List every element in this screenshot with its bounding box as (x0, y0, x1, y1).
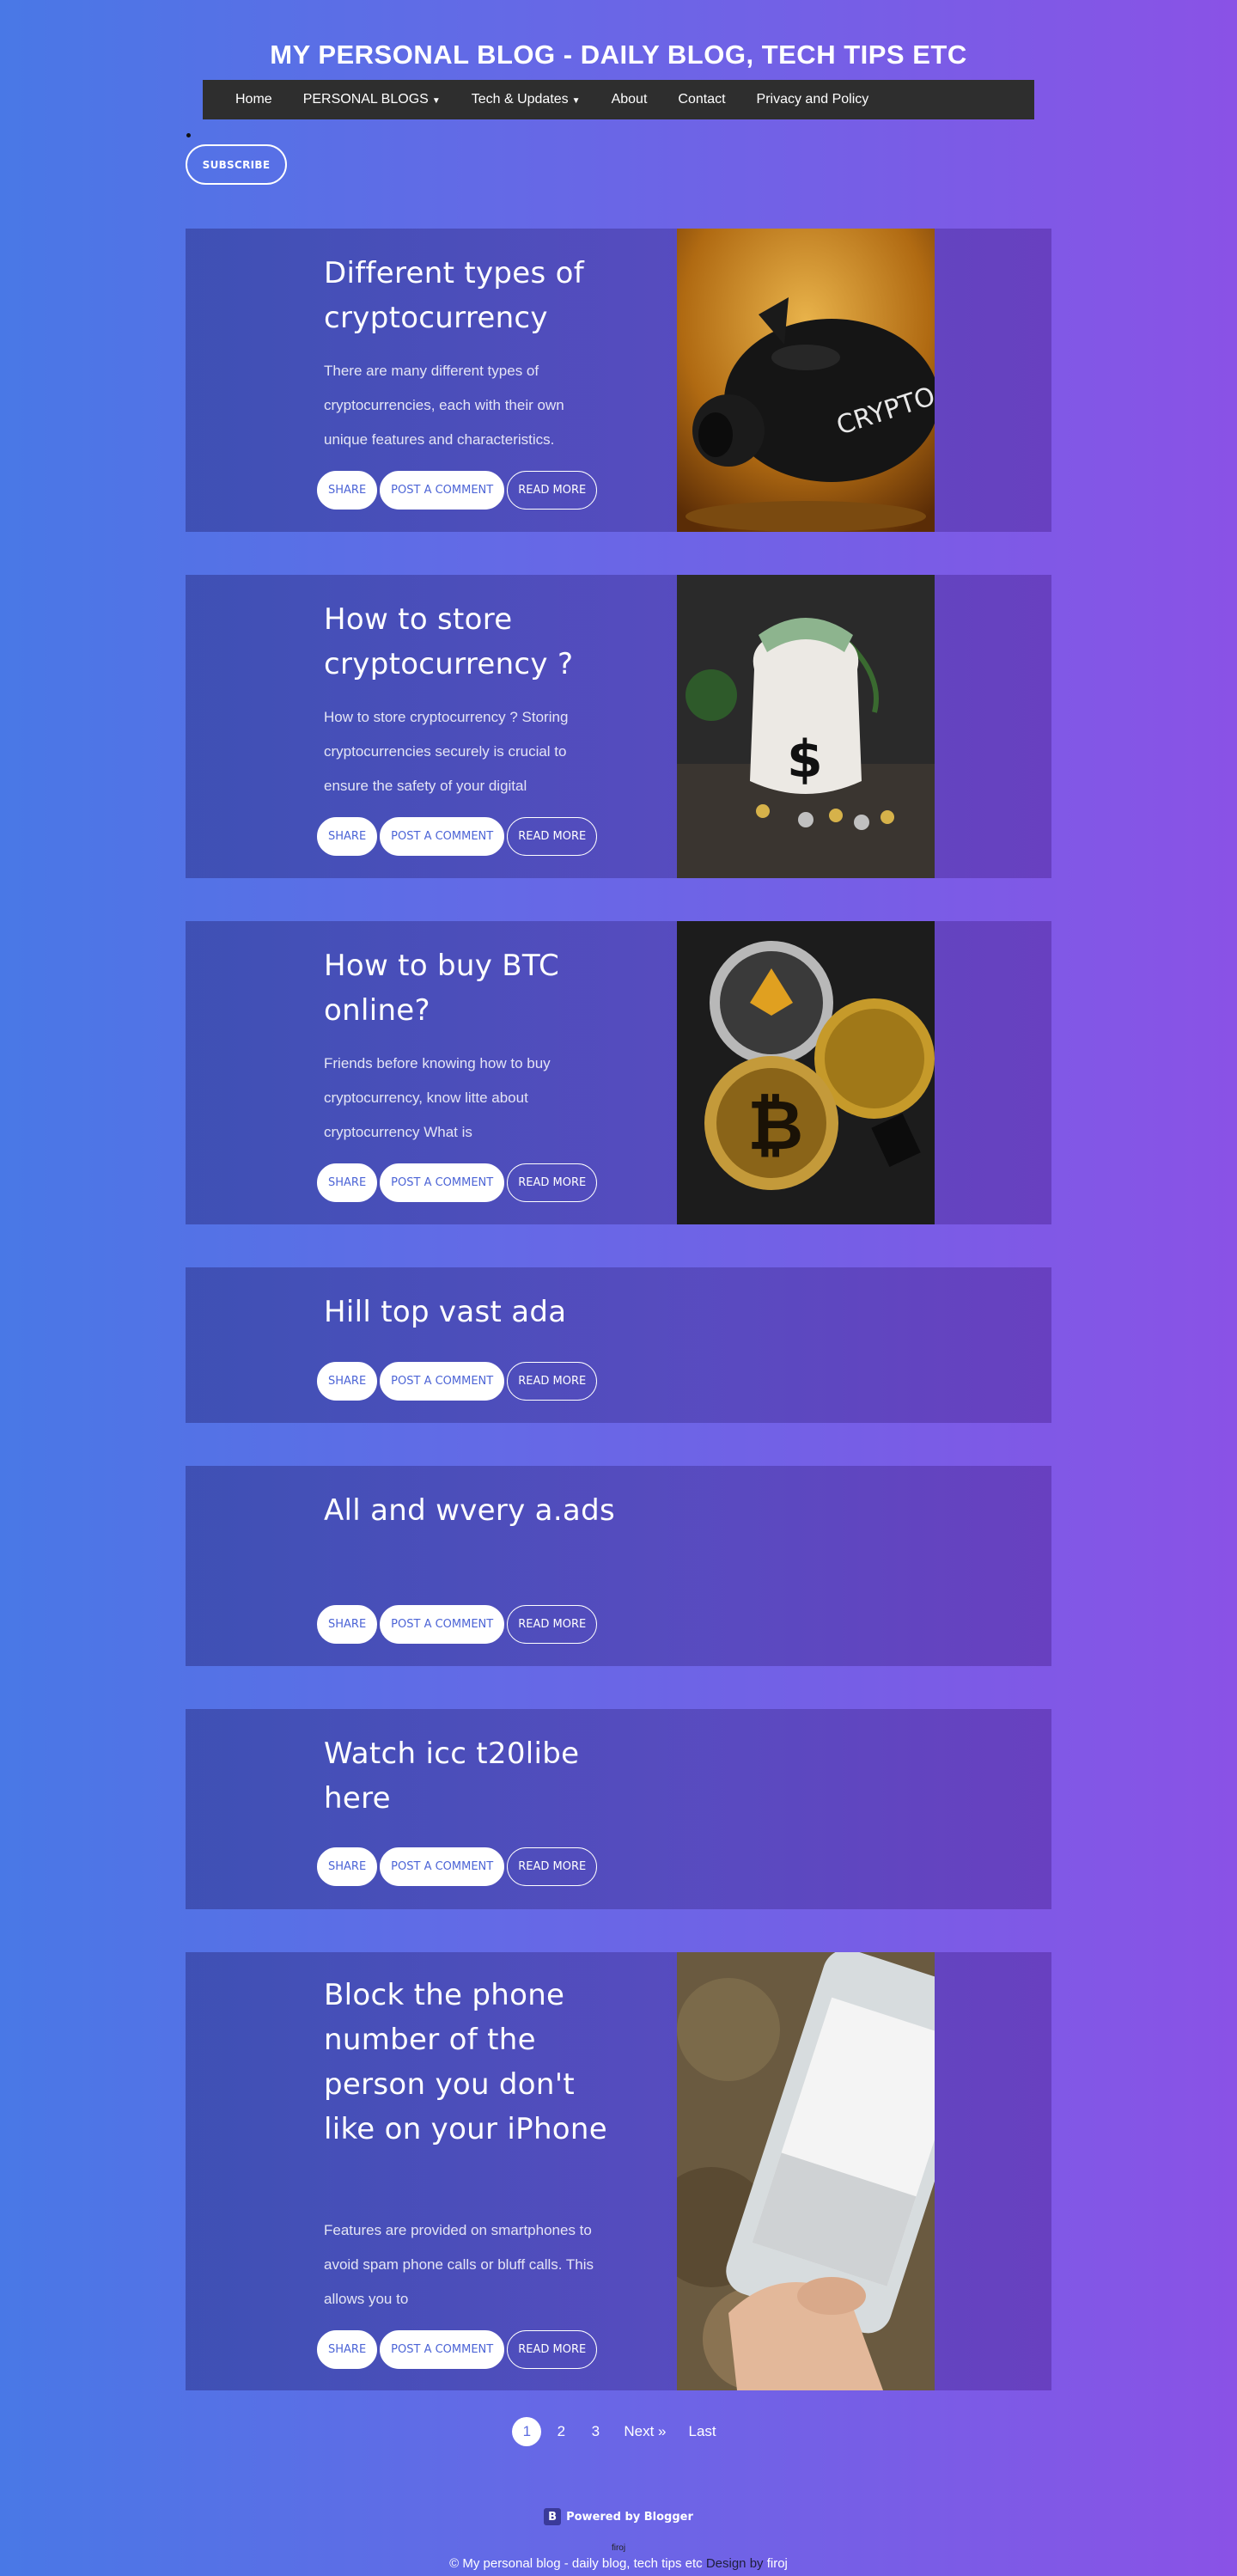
pagination: 1 2 3 Next » Last (0, 2417, 1237, 2446)
author-name: firoj (611, 2543, 626, 2553)
powered-by-label: Powered by Blogger (566, 2510, 693, 2524)
post-title[interactable]: Hill top vast ada (324, 1290, 616, 1334)
post-excerpt: Features are provided on smartphones to … (324, 2222, 594, 2307)
nav-item-personal-blogs[interactable]: PERSONAL BLOGS ▼ (288, 92, 456, 107)
post-actions: SHARE POST A COMMENT READ MORE (317, 817, 598, 856)
post-actions: SHARE POST A COMMENT READ MORE (317, 2330, 598, 2369)
last-page-link[interactable]: Last (680, 2423, 725, 2440)
post-actions: SHARE POST A COMMENT READ MORE (317, 1847, 598, 1886)
post-card: Block the phone number of the person you… (186, 1952, 1051, 2390)
post-actions: SHARE POST A COMMENT READ MORE (317, 471, 598, 510)
post-comment-button[interactable]: POST A COMMENT (380, 1605, 505, 1644)
post-excerpt: There are many different types of crypto… (324, 363, 564, 448)
share-button[interactable]: SHARE (317, 817, 378, 856)
post-card: How to buy BTC online? Friends before kn… (186, 921, 1051, 1224)
next-page-link[interactable]: Next » (615, 2423, 674, 2440)
nav-item-contact[interactable]: Contact (662, 92, 740, 107)
nav-item-home[interactable]: Home (220, 92, 288, 107)
nav-item-label: Contact (678, 92, 726, 107)
post-comment-button[interactable]: POST A COMMENT (380, 817, 505, 856)
post-thumbnail[interactable] (677, 1952, 935, 2390)
nav-item-label: PERSONAL BLOGS (302, 92, 429, 107)
svg-text:$: $ (787, 729, 823, 790)
read-more-button[interactable]: READ MORE (507, 1163, 598, 1202)
page-number[interactable]: 3 (581, 2417, 610, 2446)
blogger-icon: B (544, 2508, 562, 2525)
post-comment-button[interactable]: POST A COMMENT (380, 471, 505, 510)
read-more-button[interactable]: READ MORE (507, 2330, 598, 2369)
caret-down-icon: ▼ (431, 96, 441, 106)
post-card: All and wvery a.ads SHARE POST A COMMENT… (186, 1466, 1051, 1666)
read-more-button[interactable]: READ MORE (507, 1362, 598, 1401)
design-by-label: Design by (705, 2556, 764, 2571)
copyright-text: © My personal blog - daily blog, tech ti… (449, 2556, 703, 2571)
nav-item-label: Tech & Updates (471, 92, 569, 107)
post-comment-button[interactable]: POST A COMMENT (380, 1163, 505, 1202)
nav-item-label: About (611, 92, 648, 107)
subscribe-button[interactable]: SUBSCRIBE (186, 144, 287, 185)
post-actions: SHARE POST A COMMENT READ MORE (317, 1362, 598, 1401)
list-bullet (186, 133, 191, 137)
post-card: Hill top vast ada SHARE POST A COMMENT R… (186, 1267, 1051, 1423)
share-button[interactable]: SHARE (317, 1163, 378, 1202)
nav-item-privacy[interactable]: Privacy and Policy (741, 92, 885, 107)
read-more-button[interactable]: READ MORE (507, 1605, 598, 1644)
read-more-button[interactable]: READ MORE (507, 471, 598, 510)
post-thumbnail[interactable]: ₿ (677, 921, 935, 1224)
post-actions: SHARE POST A COMMENT READ MORE (317, 1163, 598, 1202)
page-number-current[interactable]: 1 (512, 2417, 542, 2446)
share-button[interactable]: SHARE (317, 1847, 378, 1886)
share-button[interactable]: SHARE (317, 2330, 378, 2369)
phone-in-hand-image (677, 1952, 935, 2390)
designer-link[interactable]: firoj (767, 2556, 788, 2571)
share-button[interactable]: SHARE (317, 1605, 378, 1644)
nav-item-label: Privacy and Policy (756, 92, 869, 107)
post-card: How to store cryptocurrency ? How to sto… (186, 575, 1051, 878)
post-title[interactable]: Different types of cryptocurrency (324, 251, 616, 340)
crypto-piggy-bank-image: CRYPTO (677, 229, 935, 532)
post-thumbnail[interactable]: CRYPTO (677, 229, 935, 532)
nav-item-label: Home (235, 92, 272, 107)
crypto-coins-image: ₿ (677, 921, 935, 1224)
site-title[interactable]: MY PERSONAL BLOG - DAILY BLOG, TECH TIPS… (0, 40, 1237, 70)
post-comment-button[interactable]: POST A COMMENT (380, 1847, 505, 1886)
caret-down-icon: ▼ (571, 96, 581, 106)
footer-copyright: © My personal blog - daily blog, tech ti… (0, 2556, 1237, 2571)
post-comment-button[interactable]: POST A COMMENT (380, 2330, 505, 2369)
page-number[interactable]: 2 (546, 2417, 576, 2446)
post-title[interactable]: Block the phone number of the person you… (324, 1973, 616, 2152)
post-thumbnail[interactable]: $ (677, 575, 935, 878)
post-card: Different types of cryptocurrency There … (186, 229, 1051, 532)
post-excerpt: How to store cryptocurrency ? Storing cr… (324, 709, 569, 794)
nav-item-tech-updates[interactable]: Tech & Updates ▼ (456, 92, 596, 107)
post-actions: SHARE POST A COMMENT READ MORE (317, 1605, 598, 1644)
main-nav: Home PERSONAL BLOGS ▼ Tech & Updates ▼ Abo… (203, 80, 1034, 119)
post-card: Watch icc t20libe here SHARE POST A COMM… (186, 1709, 1051, 1909)
money-bag-image: $ (677, 575, 935, 878)
post-comment-button[interactable]: POST A COMMENT (380, 1362, 505, 1401)
powered-by-blogger[interactable]: B Powered by Blogger (0, 2508, 1237, 2525)
nav-item-about[interactable]: About (596, 92, 663, 107)
post-excerpt: Friends before knowing how to buy crypto… (324, 1055, 551, 1140)
post-title[interactable]: All and wvery a.ads (324, 1488, 616, 1533)
post-title[interactable]: How to buy BTC online? (324, 943, 616, 1033)
svg-text:₿: ₿ (747, 1085, 803, 1165)
post-title[interactable]: How to store cryptocurrency ? (324, 597, 616, 687)
read-more-button[interactable]: READ MORE (507, 817, 598, 856)
read-more-button[interactable]: READ MORE (507, 1847, 598, 1886)
post-title[interactable]: Watch icc t20libe here (324, 1731, 616, 1821)
share-button[interactable]: SHARE (317, 1362, 378, 1401)
share-button[interactable]: SHARE (317, 471, 378, 510)
